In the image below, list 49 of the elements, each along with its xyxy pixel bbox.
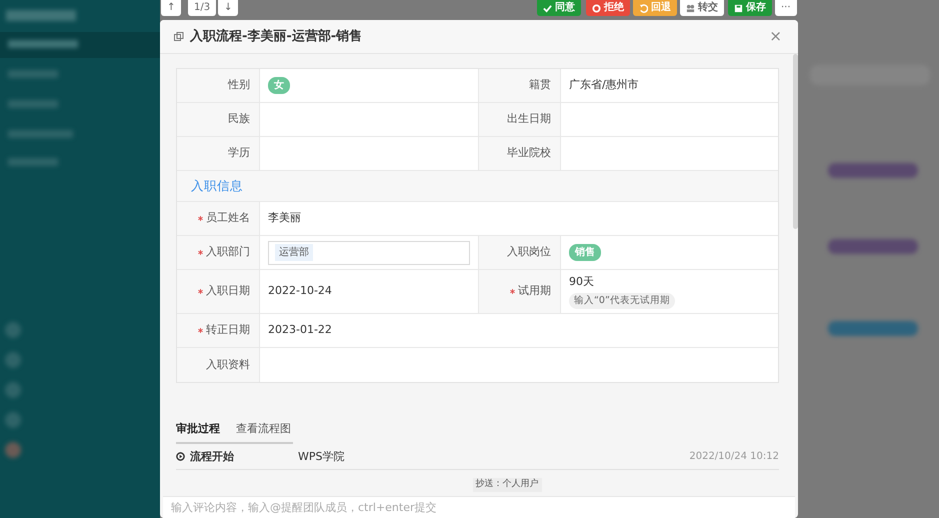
field-value: 2022-10-24 (268, 283, 332, 300)
field-label: 出生日期 (507, 111, 551, 128)
save-icon (734, 4, 743, 12)
cc-label: 抄送：个人用户 (472, 478, 542, 492)
page-indicator[interactable]: 1/3 (188, 0, 216, 16)
tag: 运营部 (275, 244, 313, 261)
reject-button[interactable]: 拒绝 (586, 0, 630, 16)
field-label: 转正日期 (206, 322, 250, 338)
users-icon (686, 4, 695, 12)
field-label: 员工姓名 (206, 210, 250, 226)
close-button[interactable]: × (767, 29, 784, 44)
field-value: 90天 (569, 274, 594, 290)
field-label: 籍贯 (529, 77, 551, 94)
tab[interactable]: 审批过程 (176, 420, 220, 438)
field-value: 广东省/惠州市 (569, 77, 639, 94)
field-label: 入职部门 (206, 244, 250, 260)
field-value: 李美丽 (268, 210, 301, 226)
tag: 销售 (569, 244, 601, 261)
field-label: 毕业院校 (507, 145, 551, 162)
person-name: WPS学院 (298, 448, 344, 464)
check-icon (543, 4, 552, 12)
approve-button[interactable]: 同意 (537, 0, 581, 16)
field-value: 2023-01-22 (268, 322, 332, 338)
field-label: 入职资料 (206, 356, 250, 372)
tag: 女 (268, 77, 290, 94)
down-arrow-button[interactable]: ↓ (218, 0, 238, 16)
field-label: 入职日期 (206, 283, 250, 300)
field-label: 民族 (228, 111, 250, 128)
comment-field[interactable]: 输入评论内容，输入@提醒团队成员，ctrl+enter提交 (163, 496, 795, 518)
field-label: 入职岗位 (507, 244, 551, 260)
play-circle-icon (176, 452, 185, 462)
scrollbar[interactable] (793, 54, 798, 229)
tab[interactable]: 查看流程图 (236, 420, 291, 438)
dialog-title: 入职流程-李美丽-运营部-销售 (190, 28, 362, 46)
more-button[interactable]: ··· (775, 0, 797, 16)
select-field[interactable]: 运营部 (268, 240, 470, 264)
undo-icon (639, 4, 648, 12)
hint-text: 输入“0”代表无试用期 (569, 292, 675, 309)
section-title: 入职信息 (191, 176, 243, 195)
timestamp: 2022/10/24 10:12 (689, 450, 779, 464)
copy-icon (174, 32, 184, 42)
circle-icon (592, 4, 601, 12)
up-arrow-button[interactable]: ↑ (161, 0, 182, 16)
field-label: 学历 (228, 145, 250, 162)
save-button[interactable]: 保存 (728, 0, 772, 16)
step-name: 流程开始 (190, 448, 235, 464)
field-label: 试用期 (518, 283, 551, 300)
field-label: 性别 (228, 77, 250, 94)
transfer-button[interactable]: 转交 (680, 0, 724, 16)
